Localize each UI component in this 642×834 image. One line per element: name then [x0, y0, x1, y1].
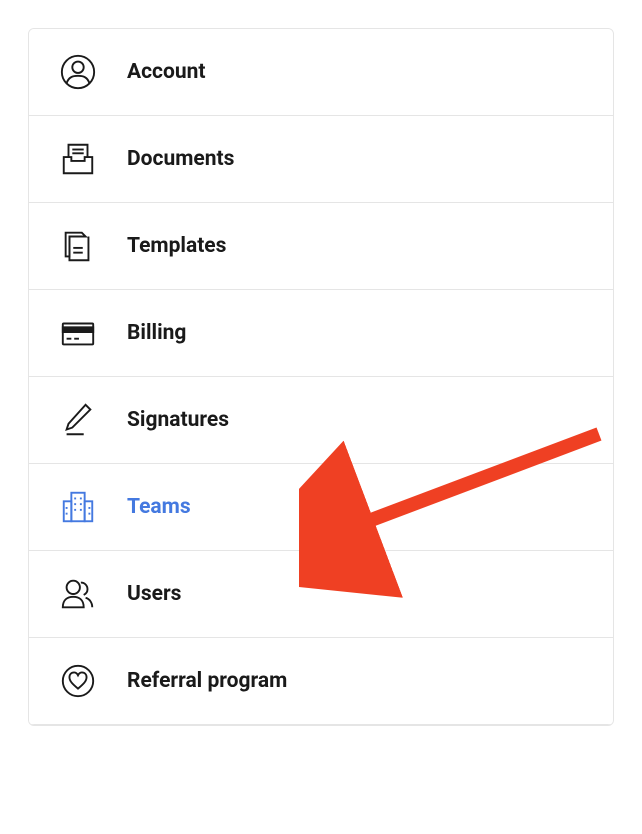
- menu-item-signatures[interactable]: Signatures: [29, 377, 613, 464]
- settings-menu: Account Documents Templates: [28, 28, 614, 726]
- menu-item-label: Account: [127, 60, 205, 84]
- menu-item-label: Referral program: [127, 669, 287, 693]
- menu-item-label: Templates: [127, 234, 226, 258]
- menu-item-teams[interactable]: Teams: [29, 464, 613, 551]
- users-icon: [57, 573, 99, 615]
- menu-item-label: Billing: [127, 321, 186, 345]
- menu-item-referral[interactable]: Referral program: [29, 638, 613, 725]
- menu-item-label: Signatures: [127, 408, 229, 432]
- menu-item-label: Users: [127, 582, 181, 606]
- menu-item-label: Teams: [127, 495, 191, 519]
- menu-item-account[interactable]: Account: [29, 29, 613, 116]
- credit-card-icon: [57, 312, 99, 354]
- menu-item-billing[interactable]: Billing: [29, 290, 613, 377]
- menu-item-documents[interactable]: Documents: [29, 116, 613, 203]
- pencil-signature-icon: [57, 399, 99, 441]
- heart-circle-icon: [57, 660, 99, 702]
- building-icon: [57, 486, 99, 528]
- person-circle-icon: [57, 51, 99, 93]
- menu-item-templates[interactable]: Templates: [29, 203, 613, 290]
- templates-icon: [57, 225, 99, 267]
- menu-item-label: Documents: [127, 147, 234, 171]
- documents-tray-icon: [57, 138, 99, 180]
- menu-item-users[interactable]: Users: [29, 551, 613, 638]
